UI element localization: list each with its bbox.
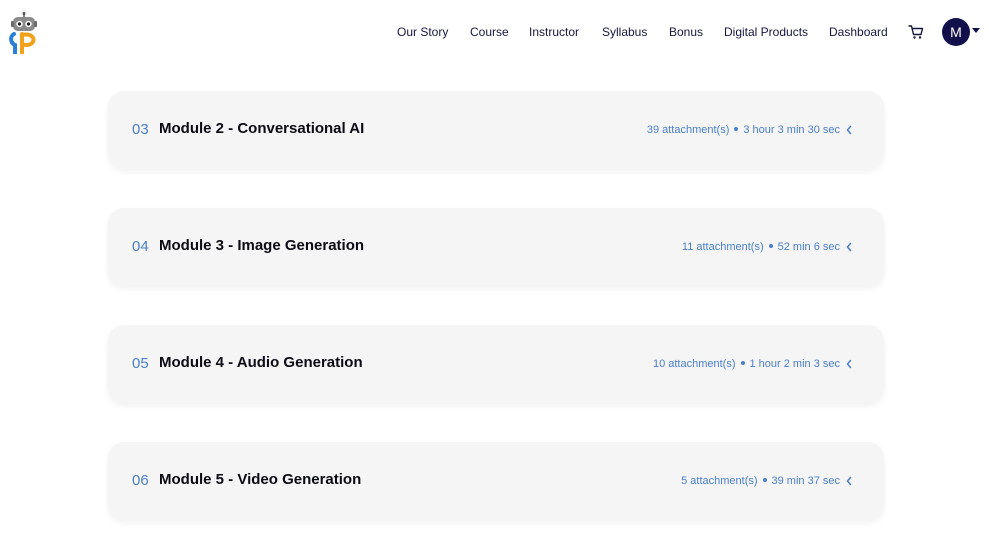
module-duration: 52 min 6 sec <box>777 241 840 253</box>
chevron-left-icon[interactable] <box>844 475 854 487</box>
module-meta: 10 attachment(s) 1 hour 2 min 3 sec <box>653 357 840 371</box>
module-title: Module 4 - Audio Generation <box>159 354 363 371</box>
module-duration: 1 hour 2 min 3 sec <box>749 358 841 370</box>
logo[interactable] <box>8 12 40 55</box>
separator-dot <box>762 478 767 483</box>
robot-logo-icon <box>9 12 37 55</box>
separator-dot <box>740 361 745 366</box>
module-duration: 3 hour 3 min 30 sec <box>743 124 840 136</box>
module-meta: 11 attachment(s) 52 min 6 sec <box>682 240 840 254</box>
module-card[interactable]: 06 Module 5 - Video Generation 5 attachm… <box>108 442 884 520</box>
chevron-left-icon[interactable] <box>844 358 854 370</box>
top-navigation-bar: Our Story Course Instructor Syllabus Bon… <box>0 0 989 64</box>
module-number: 05 <box>132 355 149 372</box>
module-card[interactable]: 03 Module 2 - Conversational AI 39 attac… <box>108 91 884 169</box>
chevron-down-icon <box>972 28 980 33</box>
nav-instructor[interactable]: Instructor <box>529 24 579 40</box>
module-title: Module 3 - Image Generation <box>159 237 365 254</box>
module-meta: 39 attachment(s) 3 hour 3 min 30 sec <box>647 123 840 137</box>
nav-our-story[interactable]: Our Story <box>397 24 448 40</box>
separator-dot <box>768 244 773 249</box>
chevron-left-icon[interactable] <box>844 124 854 136</box>
user-menu[interactable]: M <box>942 18 984 46</box>
separator-dot <box>734 127 739 132</box>
module-meta: 5 attachment(s) 39 min 37 sec <box>681 474 840 488</box>
nav-bonus[interactable]: Bonus <box>669 24 703 40</box>
cart-icon <box>908 25 924 39</box>
nav-digital-products[interactable]: Digital Products <box>724 24 808 40</box>
chevron-left-icon[interactable] <box>844 241 854 253</box>
module-attachments: 39 attachment(s) <box>646 124 730 136</box>
module-card[interactable]: 04 Module 3 - Image Generation 11 attach… <box>108 208 884 286</box>
module-duration: 39 min 37 sec <box>771 475 840 487</box>
module-attachments: 10 attachment(s) <box>652 358 736 370</box>
module-number: 06 <box>132 472 149 489</box>
module-title: Module 2 - Conversational AI <box>159 120 365 137</box>
module-number: 03 <box>132 121 149 138</box>
module-attachments: 5 attachment(s) <box>681 475 758 487</box>
nav-dashboard[interactable]: Dashboard <box>829 24 888 40</box>
module-card[interactable]: 05 Module 4 - Audio Generation 10 attach… <box>108 325 884 403</box>
module-number: 04 <box>132 238 149 255</box>
avatar: M <box>942 18 970 46</box>
module-title: Module 5 - Video Generation <box>159 471 362 488</box>
nav-course[interactable]: Course <box>470 24 509 40</box>
nav-syllabus[interactable]: Syllabus <box>602 24 647 40</box>
cart-button[interactable] <box>907 23 925 41</box>
module-attachments: 11 attachment(s) <box>681 241 764 253</box>
